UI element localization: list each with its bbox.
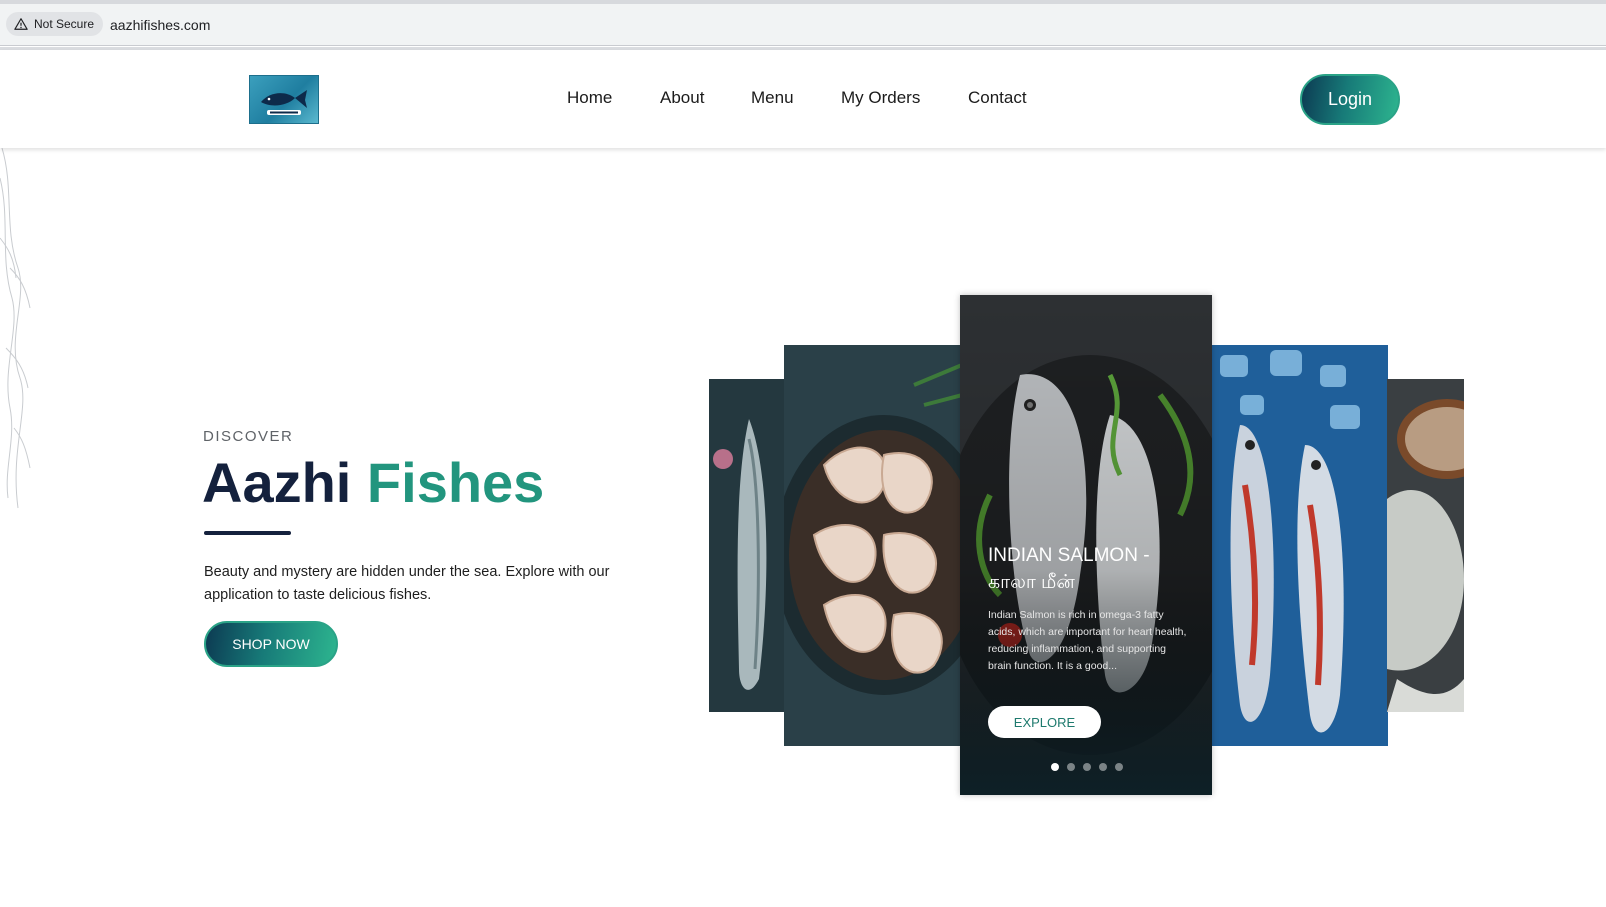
nav-home[interactable]: Home (567, 88, 612, 108)
carousel-card-right[interactable] (1210, 345, 1388, 746)
carousel-card-active[interactable]: INDIAN SALMON - காலா மீன் Indian Salmon … (960, 295, 1212, 795)
carousel-card-far-left[interactable] (709, 379, 785, 712)
red-snapper-image (1210, 345, 1388, 746)
title-underline (204, 531, 291, 535)
card-title: INDIAN SALMON - காலா மீன் (988, 545, 1150, 593)
shop-now-button[interactable]: SHOP NOW (204, 621, 338, 667)
carousel-dot[interactable] (1115, 763, 1123, 771)
site-header: Home About Menu My Orders Contact Login (0, 50, 1606, 148)
url-text[interactable]: aazhifishes.com (110, 17, 210, 33)
hero-eyebrow: DISCOVER (203, 428, 294, 445)
carousel-card-far-right[interactable] (1387, 379, 1464, 712)
fish-platter-image (1387, 379, 1464, 712)
address-bar[interactable]: Not Secure aazhifishes.com (0, 4, 1606, 46)
carousel-card-left[interactable] (784, 345, 962, 746)
security-indicator[interactable]: Not Secure (6, 12, 104, 36)
prawns-image (784, 345, 962, 746)
carousel-dot[interactable] (1067, 763, 1075, 771)
nav-contact[interactable]: Contact (968, 88, 1027, 108)
login-button[interactable]: Login (1300, 74, 1400, 125)
hero-title: Aazhi Fishes (202, 450, 544, 515)
hero-title-part2: Fishes (366, 451, 545, 514)
warning-icon (14, 18, 28, 30)
nav-menu[interactable]: Menu (751, 88, 794, 108)
card-description: Indian Salmon is rich in omega-3 fatty a… (988, 609, 1187, 672)
security-label: Not Secure (34, 17, 95, 31)
nav-about[interactable]: About (660, 88, 704, 108)
nav-my-orders[interactable]: My Orders (841, 88, 920, 108)
hero-description: Beauty and mystery are hidden under the … (204, 564, 610, 603)
carousel-dot[interactable] (1051, 763, 1059, 771)
carousel-dot[interactable] (1099, 763, 1107, 771)
decorative-coral-art (0, 148, 31, 509)
fish-image (709, 379, 785, 712)
hero-title-part1: Aazhi (202, 451, 352, 514)
explore-button[interactable]: EXPLORE (988, 706, 1101, 738)
carousel-pagination (1051, 763, 1123, 771)
carousel-dot[interactable] (1083, 763, 1091, 771)
